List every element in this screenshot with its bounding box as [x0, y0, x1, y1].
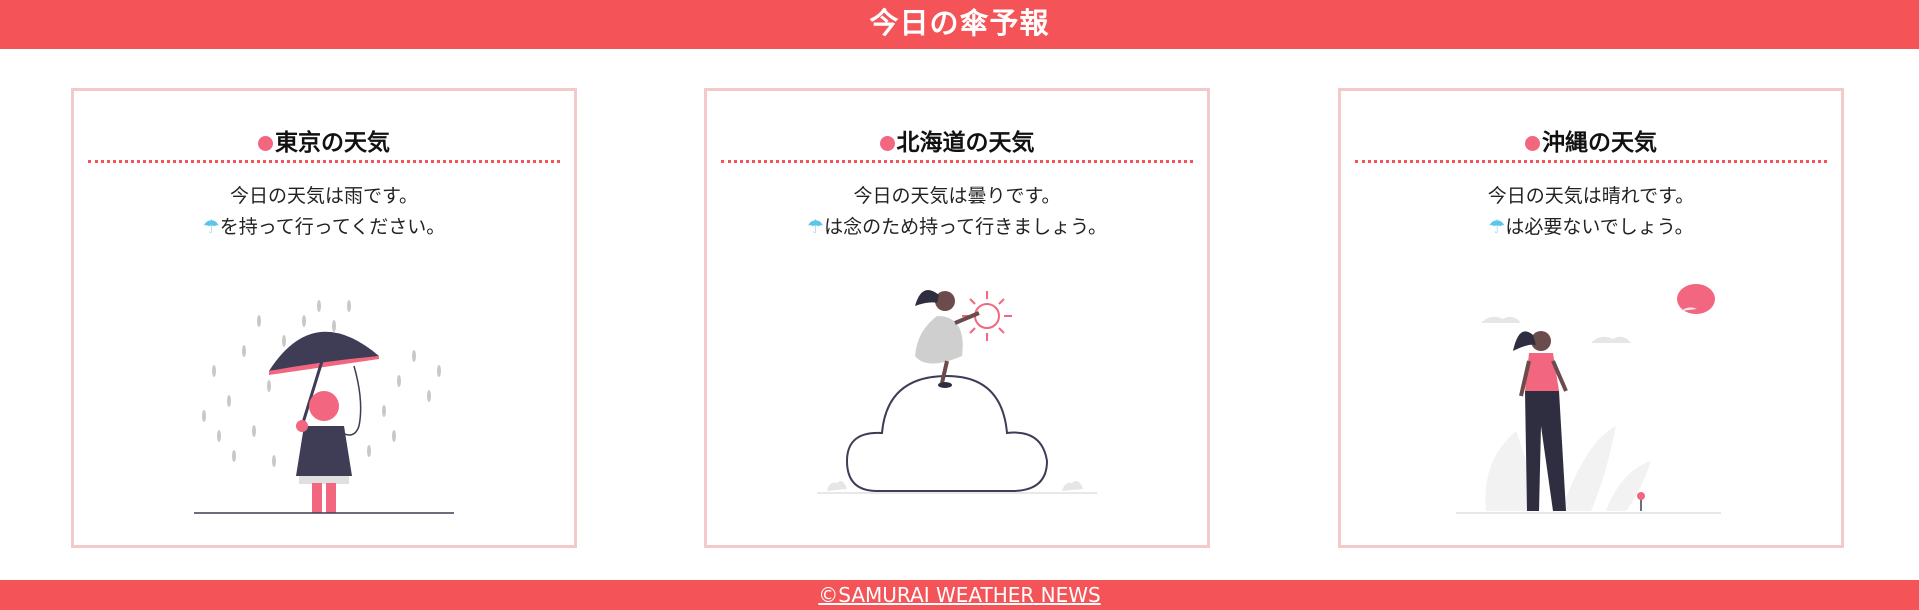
- sunny-walk-illustration: [1341, 261, 1841, 541]
- dotted-divider: [1355, 160, 1827, 163]
- card-title: 東京の天気: [88, 123, 560, 163]
- card-title-text: 沖縄の天気: [1542, 130, 1657, 156]
- forecast-line-1: 今日の天気は曇りです。: [853, 185, 1061, 207]
- umbrella-icon: ☂: [1488, 216, 1506, 238]
- forecast-text: 今日の天気は晴れです。 ☂は必要ないでしょう。: [1341, 181, 1841, 243]
- weather-card-tokyo: 東京の天気 今日の天気は雨です。 ☂を持って行ってください。: [71, 88, 577, 548]
- cloud-sun-illustration: [707, 261, 1207, 541]
- page-header: 今日の傘予報: [0, 0, 1919, 49]
- bullet-dot-icon: [1525, 136, 1540, 151]
- page-footer: ©SAMURAI WEATHER NEWS: [0, 580, 1919, 610]
- weather-card-okinawa: 沖縄の天気 今日の天気は晴れです。 ☂は必要ないでしょう。: [1338, 88, 1844, 548]
- umbrella-icon: ☂: [807, 216, 825, 238]
- rain-umbrella-illustration: [74, 261, 574, 541]
- card-title-text: 北海道の天気: [896, 130, 1035, 156]
- forecast-text: 今日の天気は曇りです。 ☂は念のため持って行きましょう。: [707, 181, 1207, 243]
- bullet-dot-icon: [879, 136, 895, 151]
- forecast-line-1: 今日の天気は雨です。: [229, 185, 419, 207]
- forecast-text: 今日の天気は雨です。 ☂を持って行ってください。: [74, 181, 574, 243]
- dotted-divider: [721, 160, 1193, 163]
- card-title-text: 東京の天気: [275, 130, 390, 156]
- weather-card-hokkaido: 北海道の天気 今日の天気は曇りです。 ☂は念のため持って行きましょう。: [704, 88, 1210, 548]
- forecast-line-2-text: は念のため持って行きましょう。: [824, 216, 1107, 238]
- bullet-dot-icon: [258, 136, 273, 151]
- card-title: 北海道の天気: [721, 123, 1193, 163]
- forecast-line-1: 今日の天気は晴れです。: [1487, 185, 1695, 207]
- forecast-line-2-text: は必要ないでしょう。: [1505, 216, 1694, 238]
- page-title: 今日の傘予報: [869, 6, 1050, 40]
- forecast-line-2-text: を持って行ってください。: [219, 216, 446, 238]
- card-title: 沖縄の天気: [1355, 123, 1827, 163]
- copyright-link[interactable]: ©SAMURAI WEATHER NEWS: [818, 583, 1100, 607]
- umbrella-icon: ☂: [202, 216, 220, 238]
- forecast-line-2: ☂は必要ないでしょう。: [1341, 212, 1841, 243]
- dotted-divider: [88, 160, 560, 163]
- forecast-line-2: ☂は念のため持って行きましょう。: [707, 212, 1207, 243]
- forecast-line-2: ☂を持って行ってください。: [74, 212, 574, 243]
